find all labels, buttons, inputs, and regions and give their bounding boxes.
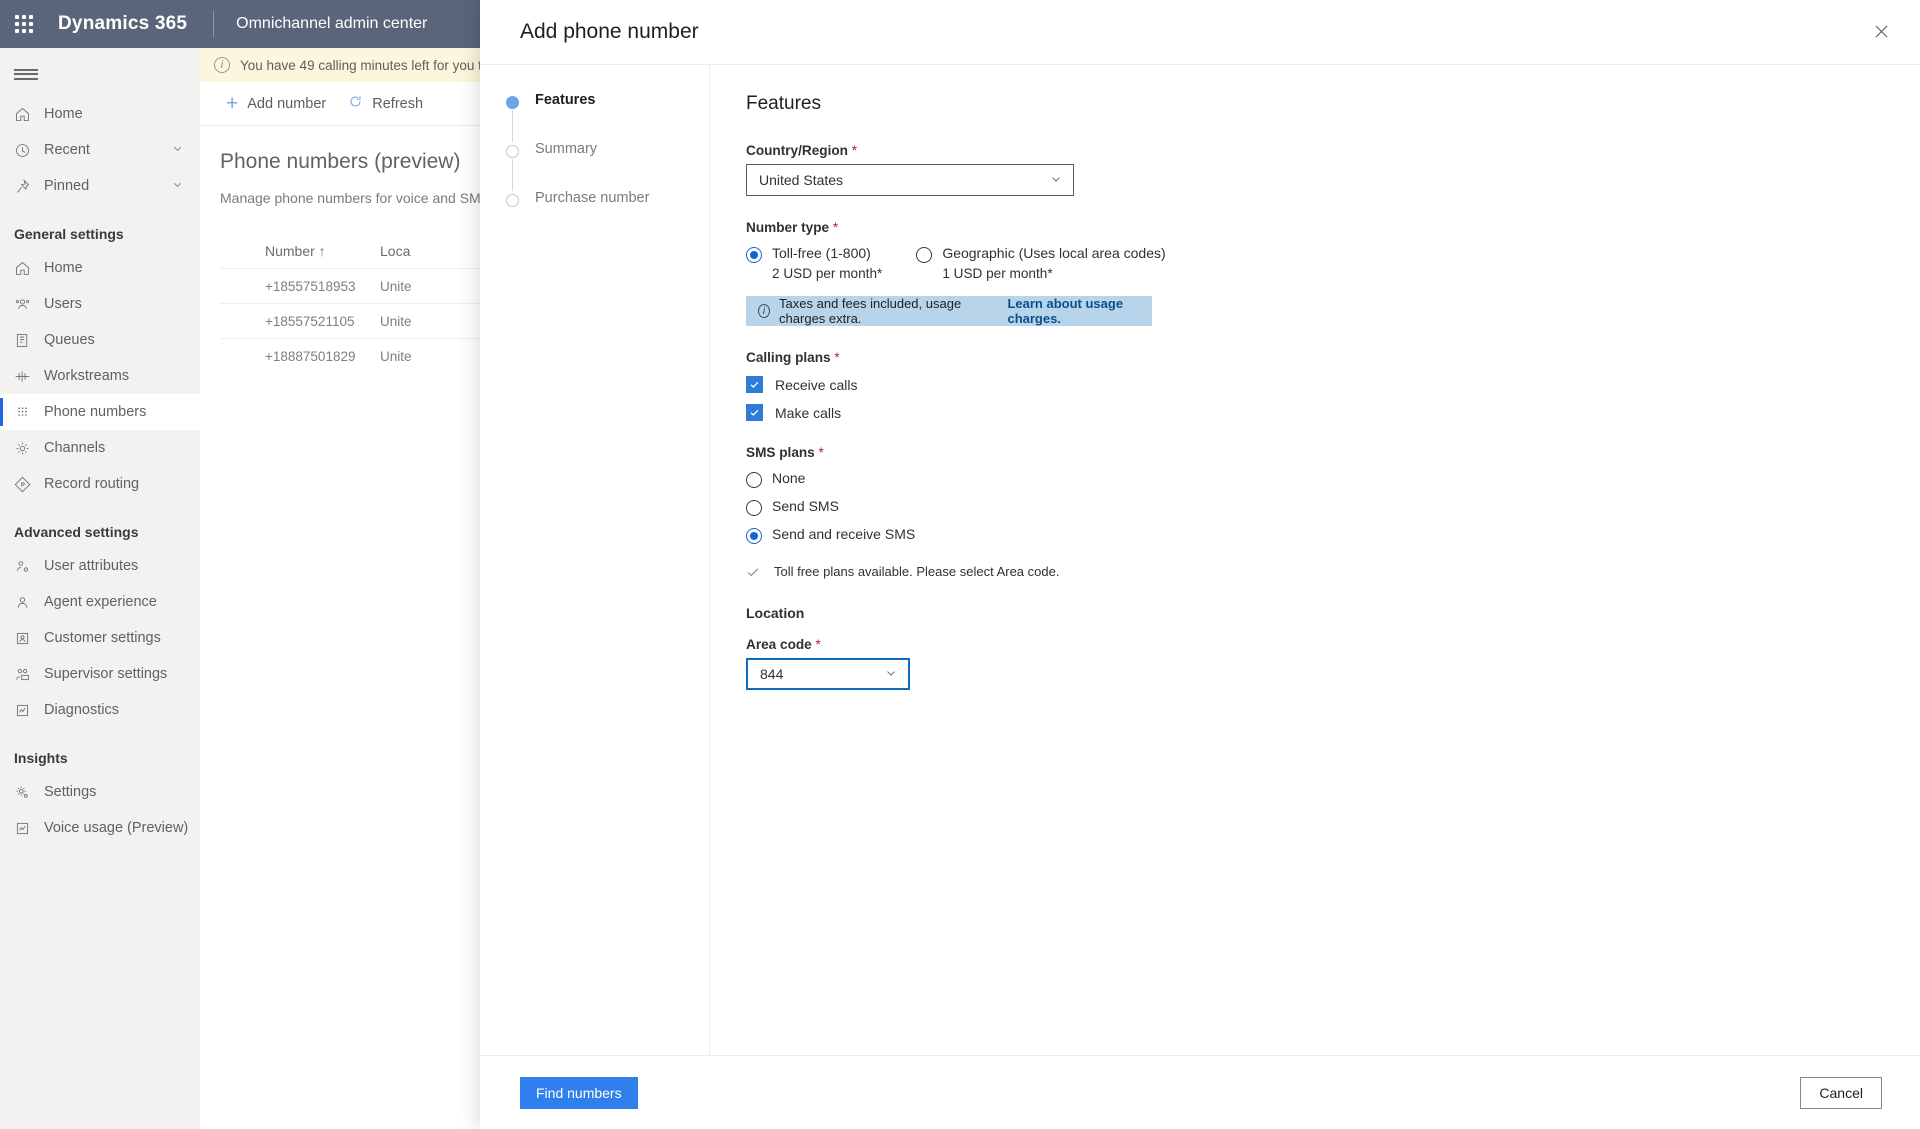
calling-plans-section: Calling plans * Receive calls Make calls	[746, 350, 1920, 421]
step-purchase-number[interactable]: Purchase number	[506, 191, 709, 240]
area-code-label-text: Area code	[746, 637, 812, 652]
radio-toll-free-label: Toll-free (1-800)	[772, 245, 871, 261]
required-asterisk: *	[851, 143, 858, 158]
cancel-button[interactable]: Cancel	[1800, 1076, 1882, 1109]
calling-plans-label: Calling plans *	[746, 350, 1920, 365]
chevron-down-icon	[884, 666, 898, 683]
step-label: Summary	[535, 141, 598, 157]
sms-availability-status: Toll free plans available. Please select…	[746, 564, 1920, 579]
find-numbers-button[interactable]: Find numbers	[520, 1076, 638, 1109]
radio-send-and-receive-sms[interactable]: Send and receive SMS	[746, 526, 1920, 544]
radio-geographic[interactable]: Geographic (Uses local area codes) 1 USD…	[916, 245, 1166, 282]
area-code-label: Area code *	[746, 637, 1920, 652]
sms-plans-label: SMS plans *	[746, 445, 1920, 460]
radio-send-sms-label: Send SMS	[772, 498, 839, 514]
area-code-value: 844	[760, 666, 784, 682]
number-type-label-text: Number type	[746, 220, 830, 235]
step-label: Features	[535, 92, 596, 108]
calling-plans-label-text: Calling plans	[746, 350, 831, 365]
number-type-label: Number type *	[746, 220, 1920, 235]
radio-geographic-label: Geographic (Uses local area codes)	[942, 245, 1166, 261]
step-label: Purchase number	[535, 190, 650, 206]
sms-plans-label-text: SMS plans	[746, 445, 815, 460]
form-heading: Features	[746, 93, 821, 114]
required-asterisk: *	[834, 350, 840, 365]
radio-toll-free[interactable]: Toll-free (1-800) 2 USD per month*	[746, 245, 882, 282]
add-phone-number-dialog: Add phone number Features Summary Purcha…	[480, 0, 1920, 1129]
step-connector	[512, 110, 513, 142]
sms-plans-section: SMS plans * None Send SMS Send and recei…	[746, 445, 1920, 579]
checkbox-make-calls[interactable]: Make calls	[746, 404, 1920, 421]
checkbox-receive-calls-label: Receive calls	[775, 376, 858, 393]
radio-send-sms[interactable]: Send SMS	[746, 498, 1920, 516]
usage-charges-text: Taxes and fees included, usage charges e…	[779, 296, 962, 326]
radio-toll-free-price: 2 USD per month*	[772, 266, 883, 281]
radio-sms-none[interactable]: None	[746, 470, 1920, 488]
modal-overlay: Add phone number Features Summary Purcha…	[0, 0, 1920, 1129]
country-region-value: United States	[759, 172, 844, 188]
checkbox-make-calls-label: Make calls	[775, 404, 842, 421]
learn-about-usage-charges-link[interactable]: Learn about usage charges.	[1007, 296, 1152, 326]
step-connector	[512, 159, 513, 191]
radio-sms-none-label: None	[772, 470, 806, 486]
required-asterisk: *	[815, 637, 821, 652]
sms-plans-radio-group: None Send SMS Send and receive SMS	[746, 470, 1920, 544]
step-dot-icon	[506, 96, 519, 109]
step-dot-icon	[506, 194, 519, 207]
chevron-down-icon	[1049, 172, 1063, 189]
radio-geographic-price: 1 USD per month*	[942, 266, 1053, 281]
dialog-footer: Find numbers Cancel	[480, 1055, 1920, 1129]
close-icon[interactable]	[1864, 14, 1898, 48]
usage-charges-info-bar: i Taxes and fees included, usage charges…	[746, 296, 1152, 326]
location-heading: Location	[746, 605, 805, 621]
radio-icon	[746, 500, 762, 516]
number-type-section: Number type * Toll-free (1-800) 2 USD pe…	[746, 220, 1920, 326]
radio-icon	[916, 247, 933, 263]
checkbox-checked-icon	[746, 376, 763, 393]
sms-availability-text: Toll free plans available. Please select…	[774, 564, 1060, 579]
required-asterisk: *	[818, 445, 824, 460]
dialog-title: Add phone number	[520, 20, 699, 43]
info-icon: i	[758, 304, 771, 318]
radio-send-and-receive-sms-label: Send and receive SMS	[772, 526, 916, 542]
step-rail: Features Summary Purchase number	[480, 65, 710, 1055]
dialog-body: Features Summary Purchase number Feature…	[480, 64, 1920, 1055]
area-code-select[interactable]: 844	[746, 658, 910, 690]
country-region-label-text: Country/Region	[746, 143, 848, 158]
country-region-label: Country/Region *	[746, 143, 1920, 158]
checkbox-checked-icon	[746, 404, 763, 421]
radio-toll-free-text: Toll-free (1-800) 2 USD per month*	[772, 245, 882, 282]
step-dot-icon	[506, 145, 519, 158]
check-icon	[746, 565, 760, 579]
step-features[interactable]: Features	[506, 93, 709, 142]
radio-icon	[746, 472, 762, 488]
number-type-radio-group: Toll-free (1-800) 2 USD per month* Geogr…	[746, 245, 1920, 282]
radio-icon	[746, 247, 762, 263]
step-summary[interactable]: Summary	[506, 142, 709, 191]
area-code-section: Area code * 844	[746, 637, 1920, 690]
radio-geographic-text: Geographic (Uses local area codes) 1 USD…	[942, 245, 1165, 282]
dialog-header: Add phone number	[480, 0, 1920, 64]
country-region-select[interactable]: United States	[746, 164, 1074, 196]
features-form: Features Country/Region * United States …	[710, 65, 1920, 1055]
required-asterisk: *	[832, 220, 839, 235]
checkbox-receive-calls[interactable]: Receive calls	[746, 376, 1920, 393]
radio-icon	[746, 528, 762, 544]
